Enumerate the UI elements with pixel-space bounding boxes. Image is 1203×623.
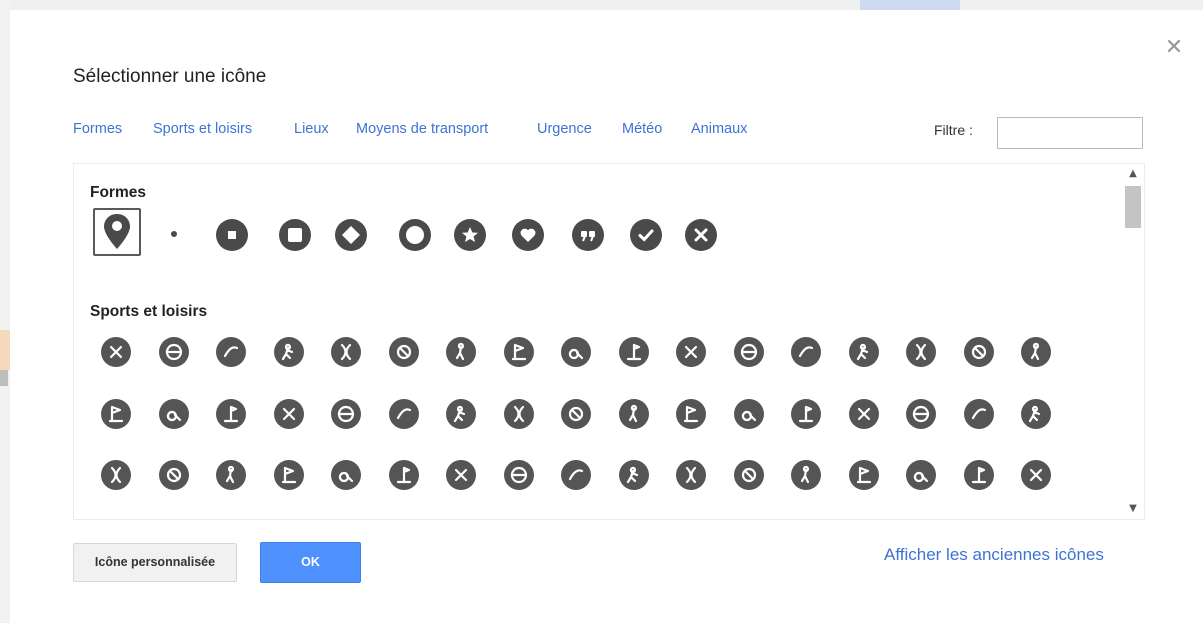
climbing-rope-icon[interactable] (733, 399, 764, 429)
wrestling-icon[interactable] (158, 399, 189, 429)
scroll-up-arrow-icon[interactable]: ▲ (1126, 167, 1140, 181)
custom-icon-button[interactable]: Icône personnalisée (73, 543, 237, 582)
basketball-icon[interactable] (158, 337, 189, 367)
swimming-icon[interactable] (733, 460, 764, 490)
horse-riding-icon[interactable] (216, 399, 246, 429)
weightlifting-icon[interactable] (1021, 337, 1051, 367)
rounded-square-icon[interactable] (279, 219, 311, 251)
ice-hockey-icon[interactable] (158, 460, 189, 490)
sailing-icon[interactable] (791, 460, 821, 490)
tab-formes[interactable]: Formes (73, 121, 122, 137)
tennis-racket-icon[interactable] (733, 337, 764, 367)
scrollbar[interactable]: ▲ ▼ (1122, 164, 1144, 519)
background-map-strip (0, 0, 1203, 10)
paragliding-icon[interactable] (1021, 399, 1051, 429)
american-football-icon[interactable] (216, 337, 246, 367)
small-dot-icon[interactable] (171, 231, 177, 237)
rowing-icon[interactable] (676, 460, 706, 490)
cycling-icon[interactable] (618, 399, 649, 429)
water-ski-icon[interactable] (1021, 460, 1051, 490)
surfing-icon[interactable] (963, 460, 994, 490)
volleyball-icon[interactable] (331, 337, 361, 367)
snowshoe-icon[interactable] (561, 460, 591, 490)
sledding-icon[interactable] (446, 460, 476, 490)
skating-icon[interactable] (963, 399, 994, 429)
baseball-icon[interactable] (101, 337, 131, 367)
x-mark-icon[interactable] (685, 219, 717, 251)
trail-running-icon[interactable] (676, 399, 706, 429)
disc-icon[interactable] (906, 399, 936, 429)
hiking-icon[interactable] (561, 399, 591, 429)
checkmark-icon[interactable] (630, 219, 662, 251)
background-map-tile (860, 0, 960, 10)
magnifier-tennis-icon[interactable] (561, 337, 591, 367)
bowling-player-icon[interactable] (446, 337, 476, 367)
filter-label: Filtre : (934, 122, 973, 138)
ring-icon[interactable] (399, 219, 431, 251)
archery-icon[interactable] (446, 399, 476, 429)
table-tennis-icon[interactable] (791, 337, 821, 367)
heart-icon[interactable] (512, 219, 544, 251)
scroll-down-arrow-icon[interactable]: ▼ (1126, 502, 1140, 516)
badminton-shuttlecock-icon[interactable] (676, 337, 706, 367)
cross-country-ski-icon[interactable] (331, 460, 361, 490)
tab-moyens-de-transport[interactable]: Moyens de transport (356, 121, 488, 137)
tab-sports-et-loisirs[interactable]: Sports et loisirs (153, 121, 252, 137)
section-title-sports: Sports et loisirs (90, 303, 208, 320)
golf-hole-icon[interactable] (618, 337, 649, 367)
gymnastics-icon[interactable] (848, 399, 879, 429)
filter-input[interactable] (997, 117, 1143, 149)
icon-panel: Formes Sports et loisirs ▲ ▼ (73, 163, 1145, 520)
snowboard-icon[interactable] (388, 460, 419, 490)
volleyball-ball-icon[interactable] (388, 337, 419, 367)
jet-ski-icon[interactable] (618, 460, 649, 490)
golf-icon[interactable] (503, 337, 534, 367)
racing-flag-icon[interactable] (101, 399, 131, 429)
close-icon[interactable]: ✕ (1162, 36, 1186, 60)
placemark-pin-icon[interactable] (101, 212, 133, 252)
scroll-thumb[interactable] (1125, 186, 1141, 228)
soccer-player-icon[interactable] (273, 337, 304, 367)
hang-gliding-icon[interactable] (101, 460, 131, 490)
running-icon[interactable] (503, 399, 534, 429)
ice-skate-icon[interactable] (216, 460, 246, 490)
diamond-in-circle-icon[interactable] (335, 219, 367, 251)
tab-animaux[interactable]: Animaux (691, 121, 747, 137)
tab-lieux[interactable]: Lieux (294, 121, 329, 137)
skiing-icon[interactable] (273, 460, 304, 490)
quote-icon[interactable] (572, 219, 604, 251)
background-map-marker-dark (0, 370, 8, 386)
bowling-ball-icon[interactable] (273, 399, 304, 429)
tab-urgence[interactable]: Urgence (537, 121, 592, 137)
target-icon[interactable] (331, 399, 361, 429)
boxing-glove-icon[interactable] (848, 337, 879, 367)
square-in-circle-icon[interactable] (216, 219, 248, 251)
background-map-edge (0, 0, 10, 623)
section-title-formes: Formes (90, 184, 146, 201)
windsurf-icon[interactable] (906, 460, 936, 490)
fencing-icon[interactable] (963, 337, 994, 367)
ok-button[interactable]: OK (260, 542, 361, 583)
tab-meteo[interactable]: Météo (622, 121, 662, 137)
hockey-icon[interactable] (388, 399, 419, 429)
background-map-marker (0, 330, 10, 370)
dialog-title: Sélectionner une icône (73, 66, 267, 87)
boat-icon[interactable] (848, 460, 879, 490)
rock-climbing-icon[interactable] (791, 399, 821, 429)
ski-jumping-icon[interactable] (503, 460, 534, 490)
martial-arts-icon[interactable] (906, 337, 936, 367)
star-icon[interactable] (454, 219, 486, 251)
old-icons-link[interactable]: Afficher les anciennes icônes (884, 545, 1104, 565)
